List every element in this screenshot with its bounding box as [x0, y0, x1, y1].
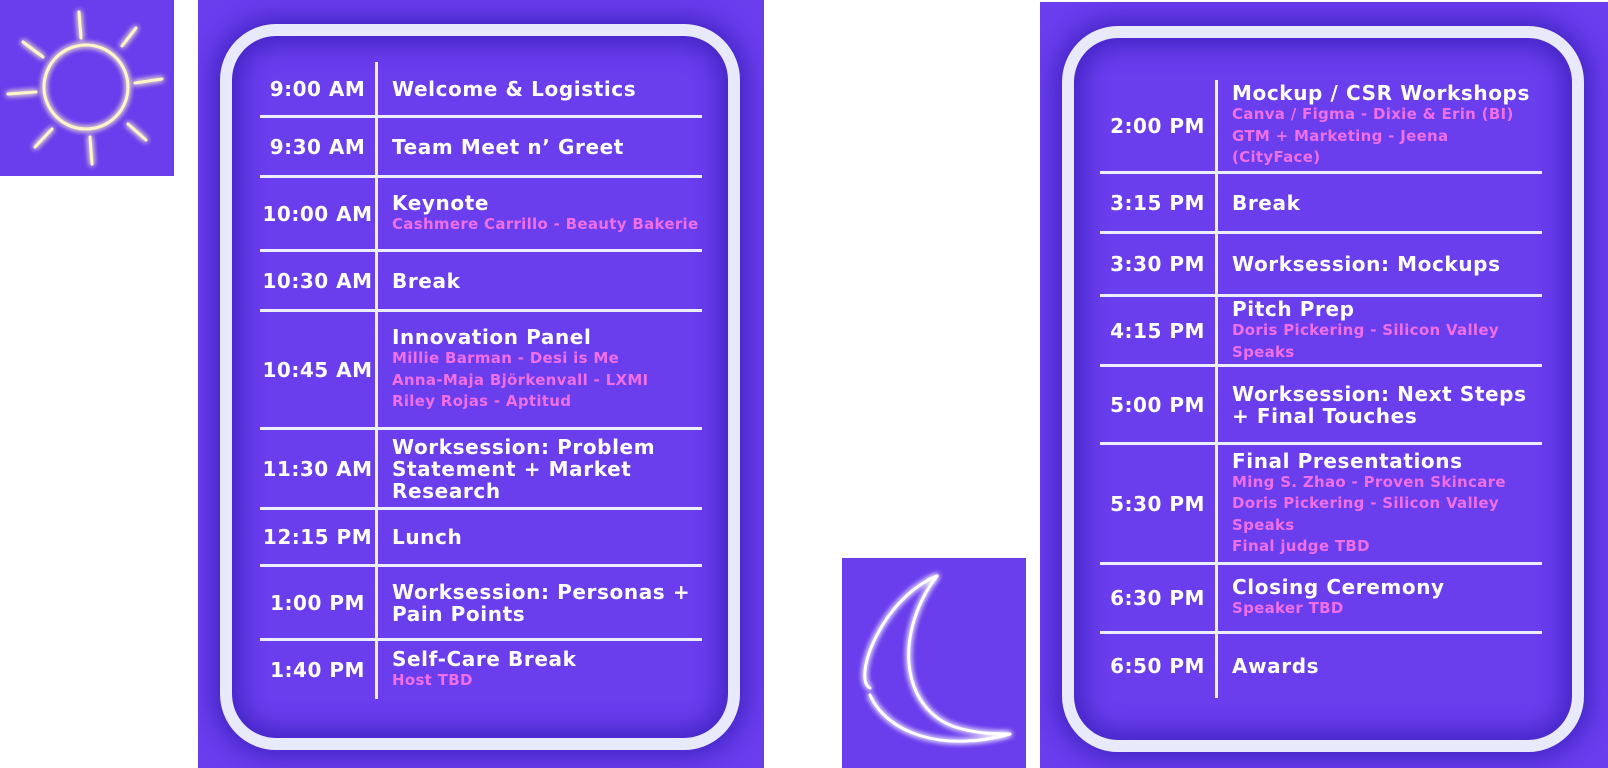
schedule-row: 4:15 PM Pitch Prep Doris Pickering - Silic… — [1100, 297, 1542, 367]
schedule-time: 10:45 AM — [260, 312, 378, 427]
session-title: Lunch — [392, 525, 463, 549]
schedule-time: 2:00 PM — [1100, 80, 1218, 171]
moon-tile — [842, 558, 1026, 768]
schedule-content: Keynote Cashmere Carrillo - Beauty Bakeri… — [378, 178, 702, 249]
session-speaker: Riley Rojas - Aptitud — [392, 392, 572, 411]
schedule-time: 1:00 PM — [260, 567, 378, 638]
schedule-content: Worksession: Mockups — [1218, 234, 1542, 294]
schedule-content: Final Presentations Ming S. Zhao - Proven… — [1218, 445, 1542, 562]
session-title: Mockup / CSR Workshops — [1232, 81, 1530, 106]
session-speaker: Host TBD — [392, 671, 473, 690]
session-speaker: GTM + Marketing - Jeena (CityFace) — [1232, 126, 1449, 167]
session-title: Break — [392, 268, 461, 293]
session-speaker: Ming S. Zhao - Proven Skincare — [1232, 472, 1506, 491]
schedule-time: 6:50 PM — [1100, 634, 1218, 698]
schedule-row: 10:00 AM Keynote Cashmere Carrillo - Beaut… — [260, 178, 702, 252]
schedule-content: Pitch Prep Doris Pickering - Silicon Vall… — [1218, 297, 1542, 364]
morning-schedule-list: 9:00 AM Welcome & Logistics 9:30 AM Team Me… — [260, 62, 702, 699]
schedule-row: 5:00 PM Worksession: Next Steps + Final T… — [1100, 367, 1542, 445]
session-title: Closing Ceremony — [1232, 575, 1445, 600]
schedule-content: Worksession: Problem Statement + Market … — [378, 430, 702, 507]
session-speaker: Canva / Figma - Dixie & Erin (BI) — [1232, 105, 1514, 124]
schedule-row: 5:30 PM Final Presentations Ming S. Zhao -… — [1100, 445, 1542, 565]
schedule-row: 6:50 PM Awards — [1100, 634, 1542, 698]
schedule-row: 2:00 PM Mockup / CSR Workshops Canva / Fig… — [1100, 80, 1542, 174]
schedule-row: 9:00 AM Welcome & Logistics — [260, 62, 702, 118]
session-title: Awards — [1232, 654, 1320, 678]
session-speaker: Speaker TBD — [1232, 599, 1344, 618]
schedule-row: 6:30 PM Closing Ceremony Speaker TBD — [1100, 565, 1542, 634]
morning-schedule-panel: 9:00 AM Welcome & Logistics 9:30 AM Team Me… — [198, 0, 764, 768]
session-title: Team Meet n’ Greet — [392, 134, 624, 159]
schedule-row: 1:40 PM Self-Care Break Host TBD — [260, 641, 702, 699]
schedule-row: 3:30 PM Worksession: Mockups — [1100, 234, 1542, 297]
schedule-time: 3:30 PM — [1100, 234, 1218, 294]
session-speaker: Final judge TBD — [1232, 537, 1370, 555]
session-speaker: Doris Pickering - Silicon Valley Speaks — [1232, 321, 1499, 361]
schedule-content: Welcome & Logistics — [378, 62, 702, 115]
session-speaker: Millie Barman - Desi is Me — [392, 349, 620, 368]
session-title: Innovation Panel — [392, 325, 592, 350]
schedule-row: 1:00 PM Worksession: Personas + Pain Poin… — [260, 567, 702, 641]
schedule-row: 11:30 AM Worksession: Problem Statement +… — [260, 430, 702, 510]
moon-icon — [863, 574, 1012, 743]
session-speaker: Doris Pickering - Silicon Valley Speaks — [1232, 494, 1499, 534]
session-title: Pitch Prep — [1232, 297, 1355, 321]
schedule-content: Lunch — [378, 510, 702, 564]
session-title: Worksession: Mockups — [1232, 252, 1501, 276]
schedule-row: 3:15 PM Break — [1100, 174, 1542, 234]
session-speaker: Cashmere Carrillo - Beauty Bakerie — [392, 214, 699, 233]
session-title: Break — [1232, 190, 1301, 215]
schedule-content: Closing Ceremony Speaker TBD — [1218, 565, 1542, 631]
schedule-time: 12:15 PM — [260, 510, 378, 564]
session-speaker: Anna-Maja Björkenvall - LXMI — [392, 370, 649, 389]
schedule-time: 4:15 PM — [1100, 297, 1218, 364]
session-title: Worksession: Personas + Pain Points — [392, 579, 691, 626]
schedule-content: Team Meet n’ Greet — [378, 118, 702, 175]
session-title: Self-Care Break — [392, 647, 577, 672]
schedule-time: 11:30 AM — [260, 430, 378, 507]
schedule-time: 10:00 AM — [260, 178, 378, 249]
schedule-row: 10:45 AM Innovation Panel Millie Barman - … — [260, 312, 702, 430]
session-title: Worksession: Problem Statement + Market … — [392, 434, 656, 503]
schedule-time: 10:30 AM — [260, 252, 378, 309]
schedule-content: Break — [378, 252, 702, 309]
session-title: Worksession: Next Steps + Final Touches — [1232, 381, 1527, 428]
schedule-row: 9:30 AM Team Meet n’ Greet — [260, 118, 702, 178]
schedule-content: Worksession: Personas + Pain Points — [378, 567, 702, 638]
session-title: Final Presentations — [1232, 448, 1463, 473]
schedule-content: Innovation Panel Millie Barman - Desi is … — [378, 312, 702, 427]
schedule-content: Self-Care Break Host TBD — [378, 641, 702, 699]
session-title: Welcome & Logistics — [392, 76, 637, 101]
afternoon-schedule-panel: 2:00 PM Mockup / CSR Workshops Canva / Fig… — [1040, 2, 1608, 768]
sun-tile — [0, 0, 174, 176]
schedule-content: Break — [1218, 174, 1542, 231]
schedule-time: 9:00 AM — [260, 62, 378, 115]
schedule-content: Worksession: Next Steps + Final Touches — [1218, 367, 1542, 442]
afternoon-schedule-list: 2:00 PM Mockup / CSR Workshops Canva / Fig… — [1100, 80, 1542, 698]
sun-icon — [6, 10, 164, 166]
schedule-row: 10:30 AM Break — [260, 252, 702, 312]
schedule-content: Mockup / CSR Workshops Canva / Figma - Di… — [1218, 80, 1542, 171]
schedule-time: 5:30 PM — [1100, 445, 1218, 562]
schedule-time: 5:00 PM — [1100, 367, 1218, 442]
schedule-time: 3:15 PM — [1100, 174, 1218, 231]
schedule-time: 6:30 PM — [1100, 565, 1218, 631]
session-title: Keynote — [392, 190, 490, 215]
schedule-time: 9:30 AM — [260, 118, 378, 175]
schedule-content: Awards — [1218, 634, 1542, 698]
schedule-row: 12:15 PM Lunch — [260, 510, 702, 567]
schedule-time: 1:40 PM — [260, 641, 378, 699]
